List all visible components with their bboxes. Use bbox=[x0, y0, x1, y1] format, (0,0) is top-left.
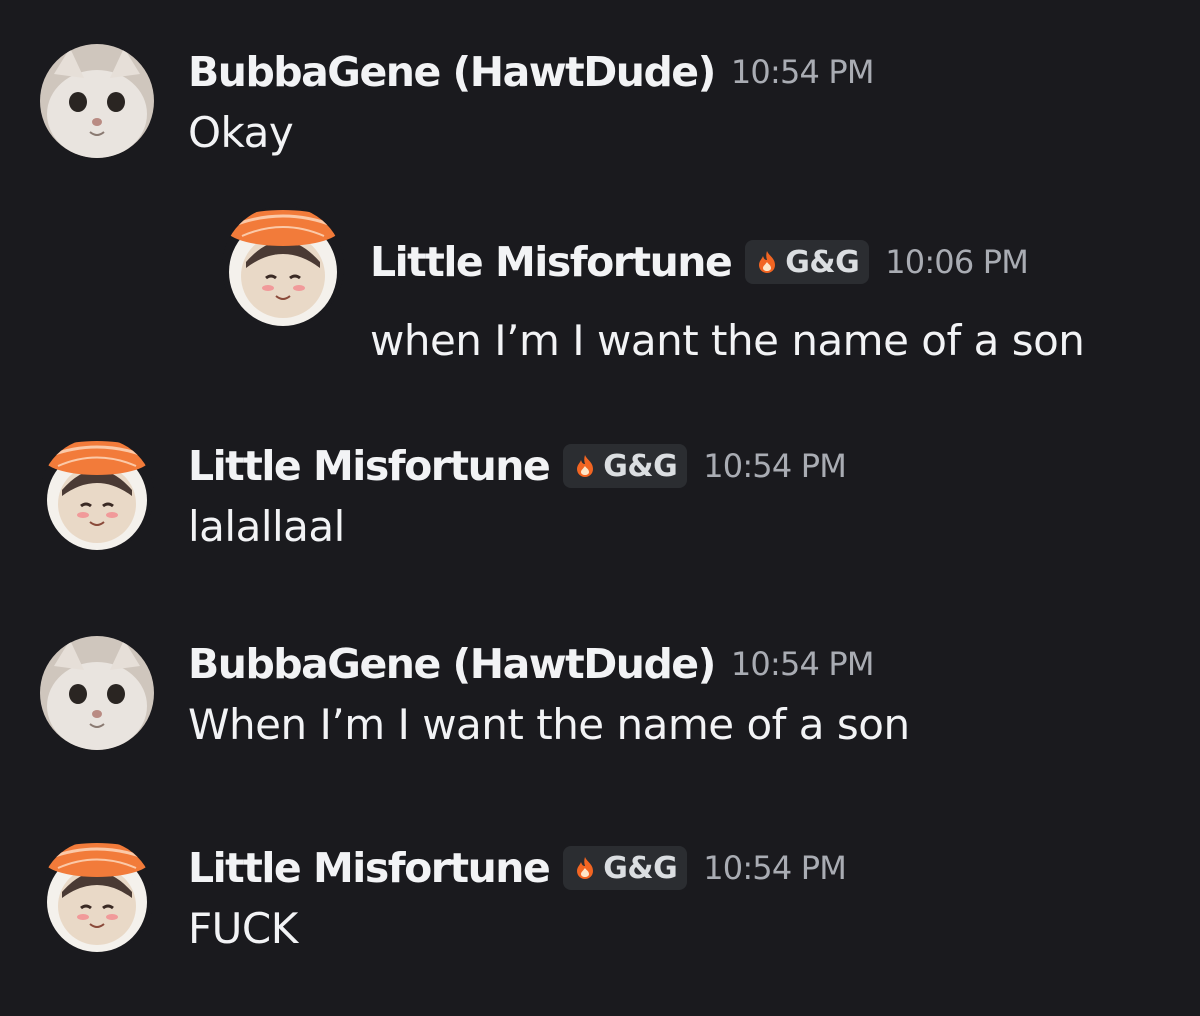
username[interactable]: Little Misfortune bbox=[370, 238, 733, 286]
tag-label: G&G bbox=[603, 448, 678, 484]
reply-text: when I’m I want the name of a son bbox=[370, 316, 1085, 365]
message-text: lalallaal bbox=[188, 502, 345, 551]
timestamp[interactable]: 10:54 PM bbox=[703, 447, 847, 485]
username[interactable]: Little Misfortune bbox=[188, 844, 551, 892]
message-header: BubbaGene (HawtDude) 10:54 PM bbox=[188, 636, 875, 692]
message-item: BubbaGene (HawtDude) 10:54 PM When I’m I… bbox=[0, 636, 1200, 786]
server-tag[interactable]: G&G bbox=[745, 240, 870, 284]
cat-avatar[interactable] bbox=[40, 44, 154, 158]
message-header: BubbaGene (HawtDude) 10:54 PM bbox=[188, 44, 875, 100]
sushi-avatar[interactable] bbox=[40, 840, 154, 954]
message-text: FUCK bbox=[188, 904, 298, 953]
tag-label: G&G bbox=[603, 850, 678, 886]
timestamp[interactable]: 10:54 PM bbox=[731, 645, 875, 683]
username[interactable]: BubbaGene (HawtDude) bbox=[188, 48, 716, 96]
flame-icon bbox=[753, 248, 781, 276]
message-item: Little Misfortune G&G 10:54 PM lalallaal bbox=[0, 438, 1200, 588]
message-header: Little Misfortune G&G 10:54 PM bbox=[188, 840, 847, 896]
reply-preview[interactable]: Little Misfortune G&G 10:06 PM when I’m … bbox=[0, 206, 1200, 365]
sushi-avatar[interactable] bbox=[40, 438, 154, 552]
message-item: Little Misfortune G&G 10:54 PM FUCK bbox=[0, 840, 1200, 990]
timestamp[interactable]: 10:06 PM bbox=[885, 243, 1029, 281]
flame-icon bbox=[571, 452, 599, 480]
username[interactable]: BubbaGene (HawtDude) bbox=[188, 640, 716, 688]
sushi-avatar[interactable] bbox=[222, 206, 344, 328]
server-tag[interactable]: G&G bbox=[563, 846, 688, 890]
message-text: Okay bbox=[188, 108, 294, 157]
tag-label: G&G bbox=[785, 244, 860, 280]
timestamp[interactable]: 10:54 PM bbox=[731, 53, 875, 91]
message-item: BubbaGene (HawtDude) 10:54 PM Okay bbox=[0, 44, 1200, 194]
server-tag[interactable]: G&G bbox=[563, 444, 688, 488]
username[interactable]: Little Misfortune bbox=[188, 442, 551, 490]
flame-icon bbox=[571, 854, 599, 882]
reply-header: Little Misfortune G&G 10:06 PM bbox=[370, 234, 1029, 290]
message-header: Little Misfortune G&G 10:54 PM bbox=[188, 438, 847, 494]
message-text: When I’m I want the name of a son bbox=[188, 700, 910, 749]
timestamp[interactable]: 10:54 PM bbox=[703, 849, 847, 887]
cat-avatar[interactable] bbox=[40, 636, 154, 750]
